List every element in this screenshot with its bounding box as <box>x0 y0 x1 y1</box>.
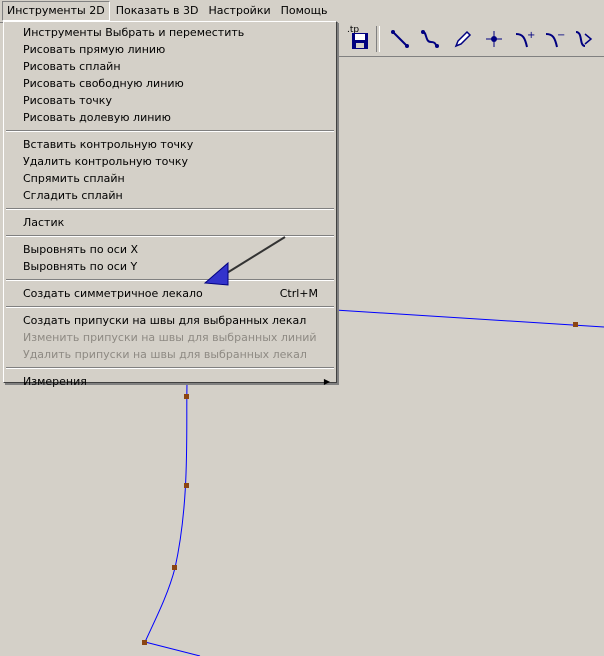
menu-show-3d[interactable]: Показать в 3D <box>112 2 203 20</box>
menu-separator <box>6 367 334 369</box>
straighten-spline-icon[interactable] <box>570 26 598 52</box>
menu-item-delete-control-point[interactable]: Удалить контрольную точку <box>4 153 336 170</box>
menu-settings[interactable]: Настройки <box>205 2 275 20</box>
menu-item-create-symmetric-pattern[interactable]: Создать симметричное лекало Ctrl+M <box>4 285 336 302</box>
menu-item-label: Создать симметричное лекало <box>23 287 203 300</box>
control-point[interactable] <box>172 565 177 570</box>
menu-item-insert-control-point[interactable]: Вставить контрольную точку <box>4 136 336 153</box>
menu-item-draw-line[interactable]: Рисовать прямую линию <box>4 41 336 58</box>
bottom-line <box>144 641 201 656</box>
toolbar: + − <box>338 22 604 57</box>
menu-item-draw-spline[interactable]: Рисовать сплайн <box>4 58 336 75</box>
menu-separator <box>6 208 334 210</box>
menubar: Инструменты 2D Показать в 3D Настройки П… <box>0 0 604 23</box>
menu-separator <box>6 130 334 132</box>
control-point[interactable] <box>142 640 147 645</box>
menu-item-align-y[interactable]: Выровнять по оси Y <box>4 258 336 275</box>
pencil-icon[interactable] <box>448 26 476 52</box>
menu-item-measurements[interactable]: Измерения ▶ <box>4 373 336 390</box>
tools-2d-dropdown-menu: Инструменты Выбрать и переместить Рисова… <box>3 21 337 388</box>
control-point[interactable] <box>184 394 189 399</box>
menu-item-label: Измерения <box>23 375 87 388</box>
shortcut-label: Ctrl+M <box>279 287 318 300</box>
menu-item-align-x[interactable]: Выровнять по оси X <box>4 241 336 258</box>
control-point[interactable] <box>184 483 189 488</box>
spline-curve <box>144 382 188 643</box>
svg-text:+: + <box>527 30 535 41</box>
horizontal-line <box>334 309 604 328</box>
menu-item-draw-grainline[interactable]: Рисовать долевую линию <box>4 109 336 126</box>
menu-item-straighten-spline[interactable]: Спрямить сплайн <box>4 170 336 187</box>
line-tool-icon[interactable] <box>386 26 414 52</box>
menu-separator <box>6 279 334 281</box>
spline-tool-icon[interactable] <box>416 26 444 52</box>
menu-separator <box>6 235 334 237</box>
save-icon[interactable] <box>349 30 371 52</box>
submenu-arrow-icon: ▶ <box>323 377 330 386</box>
menu-item-draw-freeline[interactable]: Рисовать свободную линию <box>4 75 336 92</box>
menu-item-create-seam-allowance[interactable]: Создать припуски на швы для выбранных ле… <box>4 312 336 329</box>
menu-item-select-move[interactable]: Инструменты Выбрать и переместить <box>4 24 336 41</box>
svg-text:−: − <box>557 30 565 41</box>
menu-item-eraser[interactable]: Ластик <box>4 214 336 231</box>
insert-point-icon[interactable]: + <box>510 26 538 52</box>
menu-help[interactable]: Помощь <box>277 2 332 20</box>
menu-tools-2d[interactable]: Инструменты 2D <box>2 1 110 21</box>
point-tool-icon[interactable] <box>480 26 508 52</box>
menu-item-draw-point[interactable]: Рисовать точку <box>4 92 336 109</box>
menu-separator <box>6 306 334 308</box>
menu-item-edit-seam-allowance: Изменить припуски на швы для выбранных л… <box>23 331 317 344</box>
menu-item-smooth-spline[interactable]: Сгладить сплайн <box>4 187 336 204</box>
delete-point-icon[interactable]: − <box>540 26 568 52</box>
control-point[interactable] <box>573 322 578 327</box>
menu-item-delete-seam-allowance: Удалить припуски на швы для выбранных ле… <box>23 348 307 361</box>
